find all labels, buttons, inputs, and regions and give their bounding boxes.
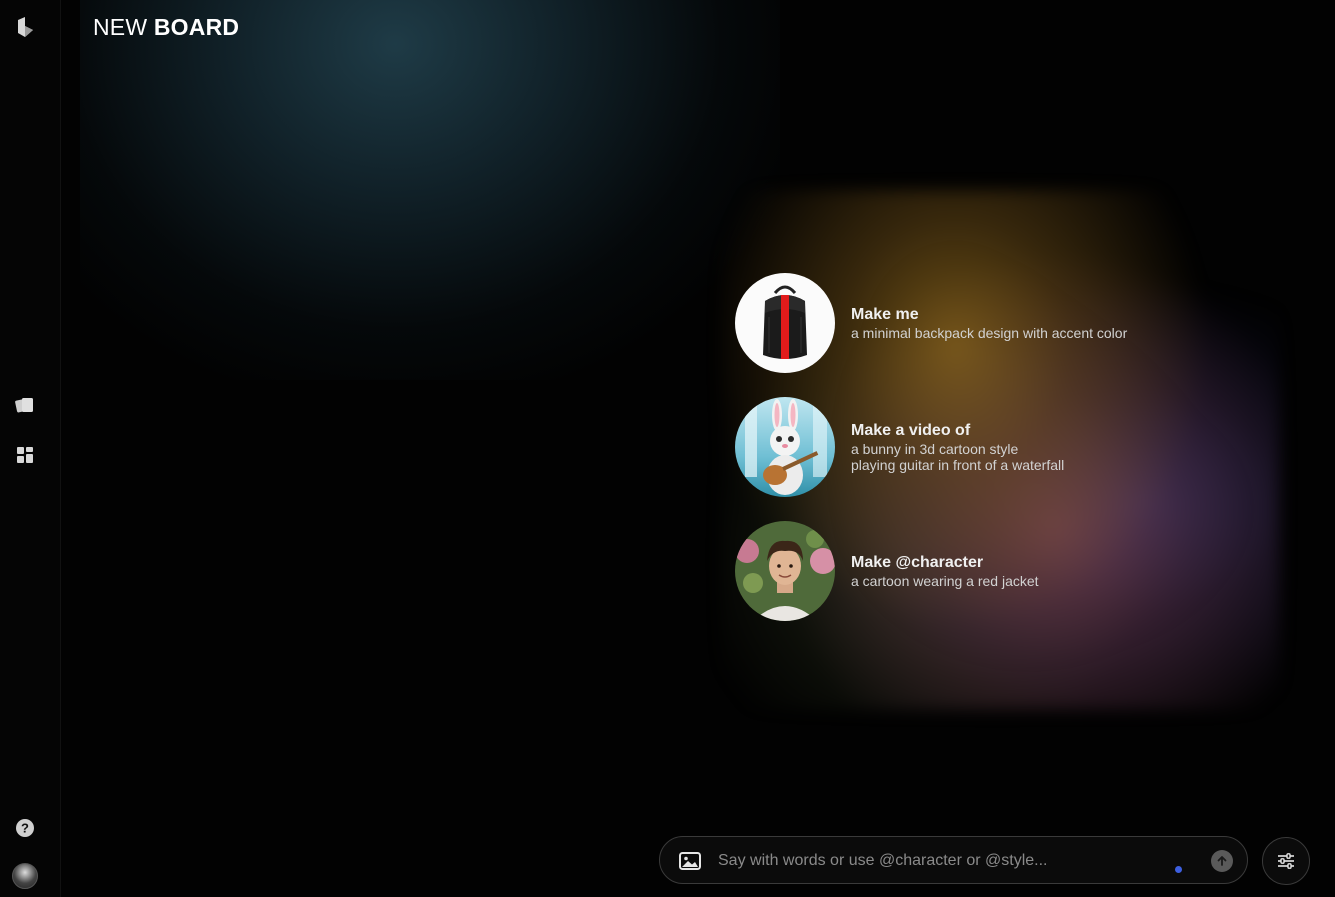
cards-icon[interactable]: [10, 390, 40, 420]
logo-icon[interactable]: [10, 12, 40, 42]
prompt-bar: [659, 836, 1248, 884]
suggestion-desc-line-2: playing guitar in front of a waterfall: [851, 457, 1065, 473]
suggestion-character[interactable]: Make @character a cartoon wearing a red …: [735, 521, 1255, 621]
title-light: NEW: [93, 14, 148, 40]
title-bold: BOARD: [153, 14, 240, 40]
sidebar: ?: [0, 0, 61, 897]
app-root: ? NEW BOARD Make me a minimal backpack d…: [0, 0, 1335, 897]
page-title: NEW BOARD: [93, 14, 239, 41]
prompt-input[interactable]: [716, 845, 1160, 877]
image-upload-icon[interactable]: [678, 849, 702, 873]
settings-sliders-button[interactable]: [1262, 837, 1310, 885]
suggestion-text: Make @character a cartoon wearing a red …: [851, 553, 1039, 589]
suggestion-desc: a minimal backpack design with accent co…: [851, 325, 1128, 341]
arrow-up-icon: [1217, 856, 1227, 866]
suggestion-desc: a cartoon wearing a red jacket: [851, 573, 1039, 589]
suggestion-text: Make me a minimal backpack design with a…: [851, 305, 1127, 341]
suggestion-heading: Make me: [851, 306, 919, 323]
user-avatar-button[interactable]: [10, 861, 40, 891]
backpack-thumbnail: [735, 273, 835, 373]
avatar: [12, 863, 38, 889]
help-icon[interactable]: ?: [10, 813, 40, 843]
suggestion-desc-line-1: a bunny in 3d cartoon style: [851, 441, 1019, 457]
suggestion-heading: Make @character: [851, 554, 984, 571]
person-thumbnail: [735, 521, 835, 621]
status-dot: [1175, 866, 1182, 873]
bunny-thumbnail: [735, 397, 835, 497]
ambient-glow-teal: [80, 0, 780, 380]
sliders-icon: [1278, 853, 1294, 869]
grid-icon[interactable]: [10, 440, 40, 470]
svg-text:?: ?: [21, 821, 29, 836]
suggestion-backpack[interactable]: Make me a minimal backpack design with a…: [735, 273, 1255, 373]
suggestion-text: Make a video of a bunny in 3d cartoon st…: [851, 421, 1064, 473]
send-button[interactable]: [1211, 850, 1233, 872]
suggestion-heading: Make a video of: [851, 422, 971, 439]
suggestion-bunny-video[interactable]: Make a video of a bunny in 3d cartoon st…: [735, 397, 1255, 497]
